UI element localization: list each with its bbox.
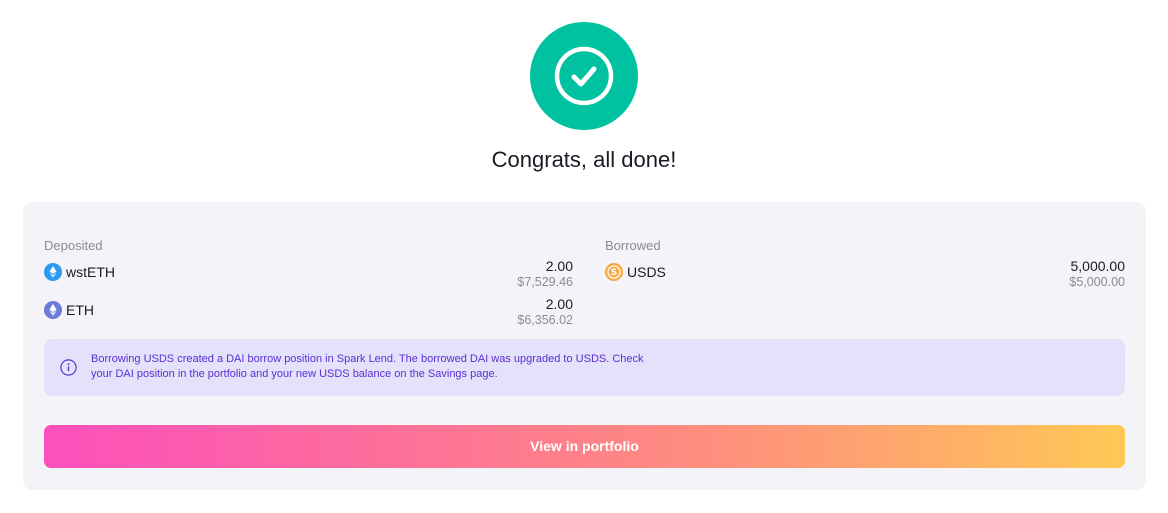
token-usd-value: $5,000.00 xyxy=(1069,275,1125,289)
usds-icon: S xyxy=(605,263,623,281)
view-in-portfolio-label: View in portfolio xyxy=(530,438,639,454)
info-icon xyxy=(60,359,77,376)
info-callout: Borrowing USDS created a DAI borrow posi… xyxy=(44,339,1125,396)
view-in-portfolio-button[interactable]: View in portfolio xyxy=(44,425,1125,468)
token-amount: 5,000.00 xyxy=(1070,258,1126,274)
token-amount: 2.00 xyxy=(545,258,573,274)
eth-icon xyxy=(44,301,62,319)
info-message: Borrowing USDS created a DAI borrow posi… xyxy=(91,353,644,380)
borrowed-label: Borrowed xyxy=(605,238,661,253)
token-name: wstETH xyxy=(66,264,115,280)
deposited-label: Deposited xyxy=(44,238,103,253)
page-title: Congrats, all done! xyxy=(491,147,677,172)
success-check-icon xyxy=(530,22,638,130)
token-name: USDS xyxy=(627,264,666,280)
token-usd-value: $7,529.46 xyxy=(517,275,573,289)
borrowed-row-usds: S USDS 5,000.00 $5,000.00 xyxy=(605,258,1125,296)
wsteth-icon xyxy=(44,263,62,281)
summary-card: Deposited wstETH 2.00 $7,529.46 ETH 2.00… xyxy=(23,202,1146,490)
deposited-row-eth: ETH 2.00 $6,356.02 xyxy=(44,296,573,334)
token-amount: 2.00 xyxy=(545,296,573,312)
svg-text:S: S xyxy=(611,268,617,278)
token-name: ETH xyxy=(66,302,94,318)
token-usd-value: $6,356.02 xyxy=(517,313,573,327)
deposited-row-wsteth: wstETH 2.00 $7,529.46 xyxy=(44,258,573,296)
